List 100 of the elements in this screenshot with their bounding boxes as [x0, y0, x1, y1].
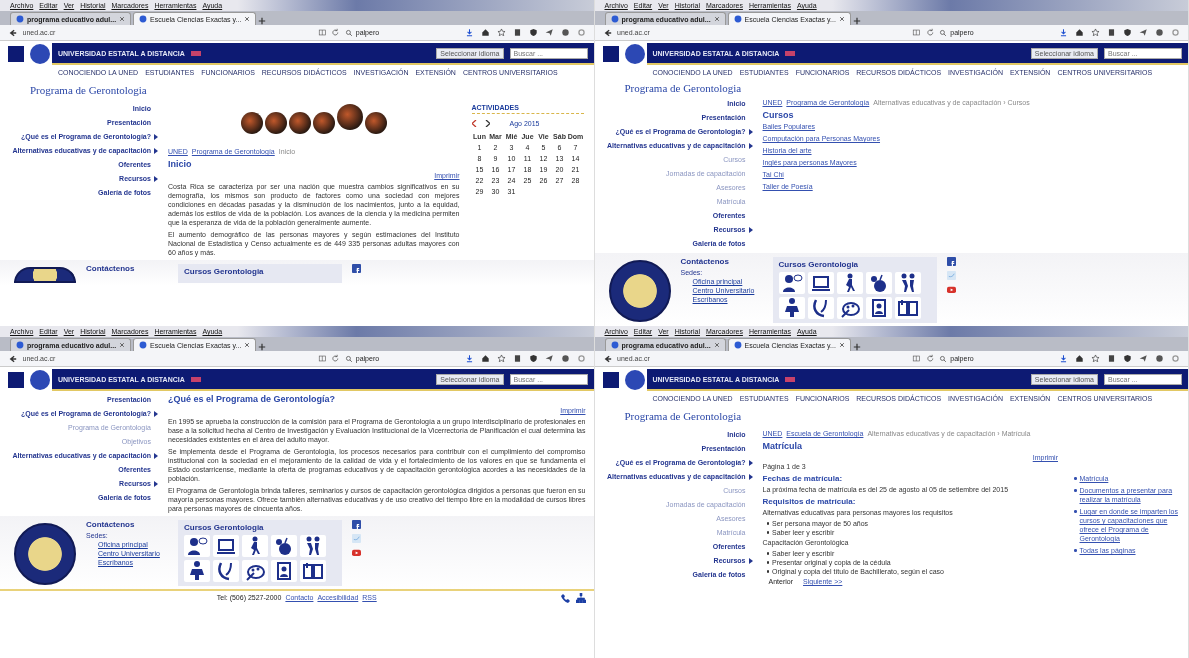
- reload-icon[interactable]: [925, 354, 935, 363]
- star-icon[interactable]: [496, 28, 506, 37]
- dancer-icon[interactable]: [242, 535, 268, 557]
- portrait-frame-icon[interactable]: [271, 560, 297, 582]
- bullet-icon: [766, 570, 769, 573]
- back-arrow-icon[interactable]: [8, 353, 18, 364]
- apple-icon[interactable]: [865, 272, 892, 294]
- photo-placeholder: [240, 112, 263, 134]
- globe-icon: [139, 15, 148, 23]
- back-arrow-icon[interactable]: [602, 353, 613, 364]
- palette-icon[interactable]: [242, 560, 268, 582]
- plus-icon[interactable]: [258, 17, 267, 25]
- speaking-person-icon[interactable]: [778, 272, 805, 294]
- home-icon[interactable]: [480, 354, 490, 363]
- seated-person-icon[interactable]: [184, 560, 210, 582]
- reload-icon[interactable]: [331, 354, 340, 363]
- search-icon: [344, 28, 353, 37]
- palette-icon[interactable]: [836, 297, 863, 319]
- close-icon[interactable]: [244, 342, 251, 348]
- reader-view-icon[interactable]: [317, 28, 327, 37]
- close-icon[interactable]: [838, 16, 845, 22]
- logo-block: [602, 46, 619, 62]
- circle-icon[interactable]: [1155, 28, 1164, 37]
- apple-icon[interactable]: [271, 535, 297, 557]
- home-icon[interactable]: [1075, 28, 1084, 37]
- laptop-icon[interactable]: [213, 535, 239, 557]
- close-icon[interactable]: [119, 342, 126, 348]
- search-icon: [939, 354, 948, 363]
- previous-icon[interactable]: [471, 120, 477, 127]
- plus-icon[interactable]: [852, 343, 861, 351]
- phone-icon[interactable]: [560, 592, 571, 603]
- seated-person-icon[interactable]: [778, 297, 805, 319]
- download-icon[interactable]: [1059, 28, 1068, 37]
- shield-icon[interactable]: [1123, 354, 1132, 363]
- back-arrow-icon[interactable]: [8, 27, 18, 38]
- bullet-icon: [1074, 549, 1077, 552]
- two-people-icon[interactable]: [894, 272, 921, 294]
- plane-icon[interactable]: [1139, 354, 1148, 363]
- two-people-icon[interactable]: [300, 535, 326, 557]
- caret-icon: [154, 452, 158, 459]
- home-icon[interactable]: [480, 28, 490, 37]
- reader-view-icon[interactable]: [317, 354, 327, 363]
- section-heading: Requisitos de matrícula:: [762, 497, 857, 506]
- star-icon[interactable]: [1091, 28, 1100, 37]
- plus-icon[interactable]: [258, 343, 267, 351]
- download-icon[interactable]: [1059, 354, 1068, 363]
- reader-view-icon[interactable]: [912, 354, 921, 363]
- plus-icon[interactable]: [852, 17, 861, 25]
- logo-block: [8, 372, 24, 388]
- close-icon[interactable]: [244, 16, 251, 22]
- site-title: Programa de Gerontologia: [623, 409, 743, 424]
- circle-icon[interactable]: [560, 28, 570, 37]
- video-play-icon[interactable]: [946, 285, 956, 294]
- close-icon[interactable]: [119, 16, 126, 22]
- facebook-icon[interactable]: [946, 257, 956, 266]
- next-icon[interactable]: [484, 120, 490, 127]
- page-heading: Cursos: [762, 110, 795, 120]
- logo-circle: [624, 370, 645, 390]
- courses-heading: Cursos Gerontologia: [778, 260, 860, 269]
- circle-icon[interactable]: [560, 354, 570, 363]
- shield-icon[interactable]: [1123, 28, 1132, 37]
- plane-icon[interactable]: [544, 28, 554, 37]
- home-icon[interactable]: [1075, 354, 1084, 363]
- shield-icon[interactable]: [528, 28, 538, 37]
- contact-heading: Contáctenos: [86, 264, 136, 273]
- back-arrow-icon[interactable]: [602, 27, 613, 38]
- plane-icon[interactable]: [544, 354, 554, 363]
- site-title: Programa de Gerontologia: [29, 83, 148, 98]
- close-icon[interactable]: [838, 342, 845, 348]
- close-icon[interactable]: [713, 342, 720, 348]
- close-icon[interactable]: [713, 16, 720, 22]
- plane-icon[interactable]: [1139, 28, 1148, 37]
- open-book-icon[interactable]: [894, 297, 921, 319]
- circle-icon[interactable]: [1155, 354, 1164, 363]
- reader-view-icon[interactable]: [912, 28, 921, 37]
- facebook-icon[interactable]: [352, 520, 361, 529]
- portrait-frame-icon[interactable]: [865, 297, 892, 319]
- reload-icon[interactable]: [925, 28, 935, 37]
- reload-icon[interactable]: [331, 28, 340, 37]
- facebook-icon[interactable]: [352, 264, 361, 273]
- flag-icon: [785, 376, 796, 382]
- speaking-person-icon[interactable]: [184, 535, 210, 557]
- logo-circle: [30, 44, 50, 64]
- logo-block: [602, 372, 619, 388]
- bullet-icon: [766, 561, 769, 564]
- shield-icon[interactable]: [528, 354, 538, 363]
- star-icon[interactable]: [496, 354, 506, 363]
- download-icon[interactable]: [464, 354, 474, 363]
- site-title: Programa de Gerontologia: [623, 80, 743, 95]
- sitemap-icon[interactable]: [575, 592, 586, 603]
- page-heading: Inicio: [168, 159, 193, 169]
- video-play-icon[interactable]: [352, 548, 361, 557]
- download-icon[interactable]: [464, 28, 474, 37]
- caret-icon: [154, 410, 158, 417]
- dancer-icon[interactable]: [836, 272, 863, 294]
- open-book-icon[interactable]: [300, 560, 326, 582]
- laptop-icon[interactable]: [807, 272, 834, 294]
- star-icon[interactable]: [1091, 354, 1100, 363]
- bullet-icon: [1074, 510, 1077, 513]
- logo-emblem: [14, 267, 76, 283]
